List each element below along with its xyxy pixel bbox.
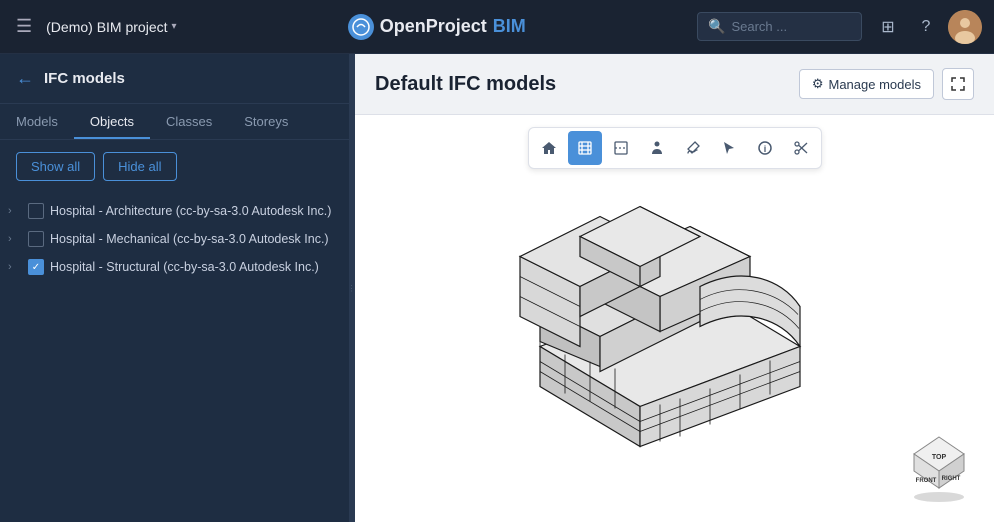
top-navigation: ☰ (Demo) BIM project ▾ OpenProjectBIM 🔍 … xyxy=(0,0,994,54)
logo-icon xyxy=(348,14,374,40)
tab-models[interactable]: Models xyxy=(0,104,74,139)
sidebar: ← IFC models Models Objects Classes Stor… xyxy=(0,54,355,522)
logo-text-bim: BIM xyxy=(493,16,526,37)
model-list: › Hospital - Architecture (cc-by-sa-3.0 … xyxy=(0,193,354,522)
header-actions: ⚙ Manage models xyxy=(799,68,974,100)
tab-objects[interactable]: Objects xyxy=(74,104,150,139)
sidebar-tabs: Models Objects Classes Storeys xyxy=(0,104,354,140)
sidebar-actions: Show all Hide all xyxy=(0,140,354,193)
resize-handle[interactable]: ⋮ xyxy=(349,54,354,522)
model-checkbox-1[interactable] xyxy=(28,203,44,219)
model-label-2: Hospital - Mechanical (cc-by-sa-3.0 Auto… xyxy=(50,232,329,246)
help-icon[interactable]: ? xyxy=(910,11,942,43)
avatar[interactable] xyxy=(948,10,982,44)
search-input[interactable] xyxy=(731,19,851,34)
content-header: Default IFC models ⚙ Manage models xyxy=(355,54,994,115)
building-svg xyxy=(460,146,890,486)
navigation-cube[interactable]: TOP FRONT RIGHT xyxy=(904,432,974,502)
project-dropdown-icon: ▾ xyxy=(172,21,177,32)
grid-icon[interactable]: ⊞ xyxy=(872,11,904,43)
model-checkbox-3[interactable] xyxy=(28,259,44,275)
chevron-right-icon: › xyxy=(8,205,22,217)
logo-text-main: OpenProject xyxy=(380,16,487,37)
tab-classes[interactable]: Classes xyxy=(150,104,228,139)
tab-storeys[interactable]: Storeys xyxy=(228,104,304,139)
back-button[interactable]: ← xyxy=(16,68,34,89)
chevron-right-icon: › xyxy=(8,261,22,273)
hamburger-menu-icon[interactable]: ☰ xyxy=(12,12,36,41)
sidebar-title: IFC models xyxy=(44,70,125,87)
svg-text:FRONT: FRONT xyxy=(916,478,937,484)
project-title: (Demo) BIM project xyxy=(46,19,167,35)
chevron-right-icon: › xyxy=(8,233,22,245)
nav-cube-svg: TOP FRONT RIGHT xyxy=(904,432,974,502)
search-bar[interactable]: 🔍 xyxy=(697,12,862,41)
page-title: Default IFC models xyxy=(375,73,556,96)
show-all-button[interactable]: Show all xyxy=(16,152,95,181)
app-logo: OpenProject BIM xyxy=(348,14,526,40)
manage-models-button[interactable]: ⚙ Manage models xyxy=(799,69,934,99)
model-label-1: Hospital - Architecture (cc-by-sa-3.0 Au… xyxy=(50,204,331,218)
main-layout: ← IFC models Models Objects Classes Stor… xyxy=(0,54,994,522)
content-area: Default IFC models ⚙ Manage models xyxy=(355,54,994,522)
project-name[interactable]: (Demo) BIM project ▾ xyxy=(46,19,176,35)
manage-models-icon: ⚙ xyxy=(812,76,824,92)
building-3d-view xyxy=(460,146,890,491)
nav-icons: ⊞ ? xyxy=(872,10,982,44)
model-label-3: Hospital - Structural (cc-by-sa-3.0 Auto… xyxy=(50,260,319,274)
svg-text:RIGHT: RIGHT xyxy=(942,476,961,482)
search-icon: 🔍 xyxy=(708,18,725,35)
svg-text:TOP: TOP xyxy=(932,454,947,461)
fullscreen-button[interactable] xyxy=(942,68,974,100)
model-checkbox-2[interactable] xyxy=(28,231,44,247)
sidebar-header: ← IFC models xyxy=(0,54,354,104)
list-item[interactable]: › Hospital - Mechanical (cc-by-sa-3.0 Au… xyxy=(0,225,354,253)
list-item[interactable]: › Hospital - Structural (cc-by-sa-3.0 Au… xyxy=(0,253,354,281)
3d-viewer: i xyxy=(355,115,994,522)
hide-all-button[interactable]: Hide all xyxy=(103,152,176,181)
list-item[interactable]: › Hospital - Architecture (cc-by-sa-3.0 … xyxy=(0,197,354,225)
logo-area: OpenProject BIM xyxy=(187,14,687,40)
